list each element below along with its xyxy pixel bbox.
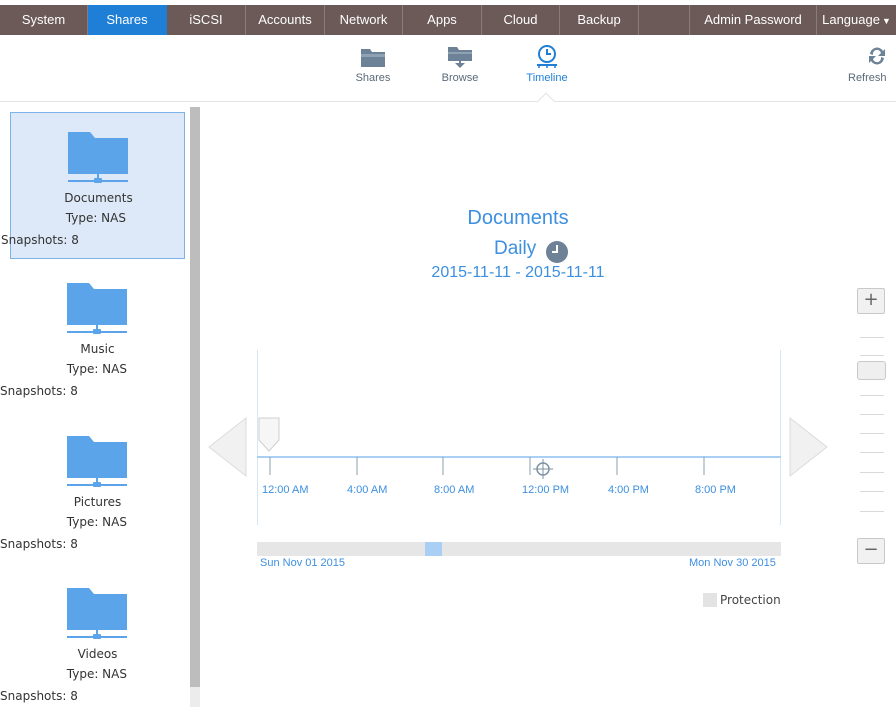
share-type: Type: NAS [66, 515, 127, 529]
zoom-tick [860, 414, 884, 415]
tab-apps[interactable]: Apps [403, 5, 482, 35]
month-end-label: Mon Nov 30 2015 [689, 557, 776, 569]
language-label: Language [822, 12, 880, 27]
toolbar-browse-button[interactable]: Browse [425, 44, 495, 84]
zoom-tick [860, 511, 884, 512]
zoom-in-button[interactable]: + [857, 288, 885, 314]
language-menu[interactable]: Language ▼ [817, 5, 896, 35]
next-arrow-icon[interactable] [789, 417, 829, 477]
refresh-label: Refresh [848, 72, 887, 84]
folder-icon [67, 436, 127, 487]
hour-label: 4:00 AM [347, 484, 388, 496]
admin-password-link[interactable]: Admin Password [690, 5, 817, 35]
zoom-out-button[interactable]: − [857, 538, 885, 564]
tab-network[interactable]: Network [325, 5, 403, 35]
zoom-tick [860, 355, 884, 356]
tab-system[interactable]: System [0, 5, 88, 35]
zoom-tick [860, 452, 884, 453]
tab-iscsi[interactable]: iSCSI [167, 5, 246, 35]
timeline-frequency: Daily [494, 238, 537, 259]
crosshair-icon [533, 459, 553, 479]
share-type: Type: NAS [65, 211, 126, 225]
caret-down-icon: ▼ [881, 16, 891, 26]
clock-icon [537, 45, 557, 68]
tab-blank [639, 5, 690, 35]
share-item-pictures[interactable]: Pictures Type: NAS Snapshots: 8 [0, 417, 185, 564]
share-snapshots: Snapshots: 8 [0, 384, 78, 398]
toolbar-timeline-label: Timeline [526, 72, 568, 84]
timeline-track[interactable] [257, 345, 781, 545]
legend-swatch [703, 593, 717, 607]
share-name: Documents [64, 191, 133, 205]
share-item-documents[interactable]: Documents Type: NAS Snapshots: 8 [1, 112, 185, 259]
refresh-button[interactable]: Refresh [848, 44, 896, 84]
tab-backup[interactable]: Backup [560, 5, 639, 35]
zoom-tick [860, 395, 884, 396]
sub-toolbar: Shares Browse Timeline Refresh [0, 40, 896, 110]
schedule-clock-icon[interactable] [545, 240, 569, 264]
tab-cloud[interactable]: Cloud [482, 5, 560, 35]
timeline-date-range: 2015-11-11 - 2015-11-11 [431, 264, 605, 281]
zoom-tick [860, 433, 884, 434]
share-item-music[interactable]: Music Type: NAS Snapshots: 8 [0, 264, 185, 411]
hour-label: 12:00 AM [262, 484, 309, 496]
zoom-slider-handle[interactable] [857, 361, 886, 380]
share-snapshots: Snapshots: 8 [0, 689, 78, 703]
time-marker-handle[interactable] [258, 417, 280, 452]
tab-accounts[interactable]: Accounts [246, 5, 325, 35]
share-item-videos[interactable]: Videos Type: NAS Snapshots: 8 [0, 569, 185, 711]
zoom-tick [860, 491, 884, 492]
timeline-share-title: Documents [467, 207, 569, 229]
share-list-scrollbar-thumb[interactable] [190, 107, 200, 687]
share-name: Pictures [73, 495, 122, 509]
hour-label: 8:00 PM [695, 484, 736, 496]
folder-icon [68, 132, 128, 183]
month-range-selection[interactable] [425, 542, 442, 556]
month-range-bar[interactable] [257, 542, 781, 556]
share-name: Videos [77, 647, 118, 661]
zoom-tick [860, 472, 884, 473]
hour-label: 4:00 PM [608, 484, 649, 496]
hour-label: 8:00 AM [434, 484, 475, 496]
folder-icon [67, 283, 127, 334]
zoom-tick [860, 337, 884, 338]
toolbar-timeline-button[interactable]: Timeline [512, 44, 582, 110]
folder-network-icon [448, 47, 472, 68]
top-nav: System Shares iSCSI Accounts Network App… [0, 0, 896, 40]
folder-icon [67, 588, 127, 639]
month-start-label: Sun Nov 01 2015 [260, 557, 346, 569]
active-indicator [537, 92, 555, 110]
share-name: Music [80, 342, 115, 356]
tab-shares[interactable]: Shares [88, 5, 167, 35]
share-type: Type: NAS [66, 667, 127, 681]
share-type: Type: NAS [66, 362, 127, 376]
refresh-icon [869, 47, 885, 65]
toolbar-browse-label: Browse [441, 72, 479, 84]
legend-label: Protection [720, 593, 781, 607]
folder-icon [361, 49, 385, 67]
previous-arrow-icon[interactable] [207, 417, 247, 477]
share-list: Documents Type: NAS Snapshots: 8 Music T… [0, 103, 200, 711]
app-window: System Shares iSCSI Accounts Network App… [0, 0, 896, 711]
toolbar-shares-label: Shares [355, 72, 391, 84]
share-snapshots: Snapshots: 8 [1, 233, 79, 247]
toolbar-shares-button[interactable]: Shares [338, 44, 408, 84]
share-snapshots: Snapshots: 8 [0, 537, 78, 551]
hour-label: 12:00 PM [522, 484, 570, 496]
